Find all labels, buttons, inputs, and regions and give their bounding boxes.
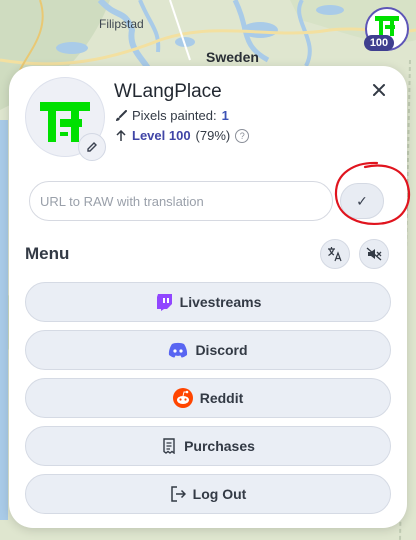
logout-icon xyxy=(170,486,186,502)
purchases-label: Purchases xyxy=(184,438,255,454)
level-label: Level 100 xyxy=(132,128,191,143)
receipt-icon xyxy=(163,438,175,454)
translate-icon xyxy=(328,247,342,262)
logout-label: Log Out xyxy=(192,486,247,502)
reddit-button[interactable]: Reddit xyxy=(25,378,391,418)
level-percent: (79%) xyxy=(195,128,231,143)
map-label-sweden: Sweden xyxy=(206,49,259,65)
livestreams-label: Livestreams xyxy=(179,294,262,310)
pencil-icon xyxy=(87,142,97,152)
pixels-painted-label: Pixels painted: xyxy=(132,108,217,123)
confirm-translation-button[interactable]: ✓ xyxy=(340,183,384,219)
discord-label: Discord xyxy=(195,342,248,358)
user-logo-icon xyxy=(375,16,399,36)
brush-icon xyxy=(116,109,127,121)
translate-button[interactable] xyxy=(320,239,350,269)
speaker-muted-icon xyxy=(366,247,382,261)
discord-icon xyxy=(169,342,188,358)
livestreams-button[interactable]: Livestreams xyxy=(25,282,391,322)
profile-panel: WLangPlace Pixels painted: 1 Level 100 (… xyxy=(9,66,411,528)
arrow-up-icon xyxy=(116,129,126,141)
translation-url-input[interactable] xyxy=(29,181,333,221)
close-icon xyxy=(373,84,385,96)
reddit-icon xyxy=(172,388,193,408)
edit-avatar-button[interactable] xyxy=(78,133,106,161)
logout-button[interactable]: Log Out xyxy=(25,474,391,514)
level-badge: 100 xyxy=(364,35,394,51)
close-button[interactable] xyxy=(368,79,390,101)
reddit-label: Reddit xyxy=(199,390,244,406)
menu-title: Menu xyxy=(25,244,70,263)
pixels-painted-value: 1 xyxy=(221,108,229,123)
discord-button[interactable]: Discord xyxy=(25,330,391,370)
mute-button[interactable] xyxy=(359,239,389,269)
map-label-filipstad: Filipstad xyxy=(99,17,144,31)
pixels-painted-stat: Pixels painted: 1 xyxy=(115,108,229,123)
help-icon[interactable]: ? xyxy=(235,128,250,143)
purchases-button[interactable]: Purchases xyxy=(25,426,391,466)
level-stat: Level 100 (79%) ? xyxy=(115,128,250,143)
username: WLangPlace xyxy=(114,81,222,102)
twitch-icon xyxy=(156,294,172,311)
